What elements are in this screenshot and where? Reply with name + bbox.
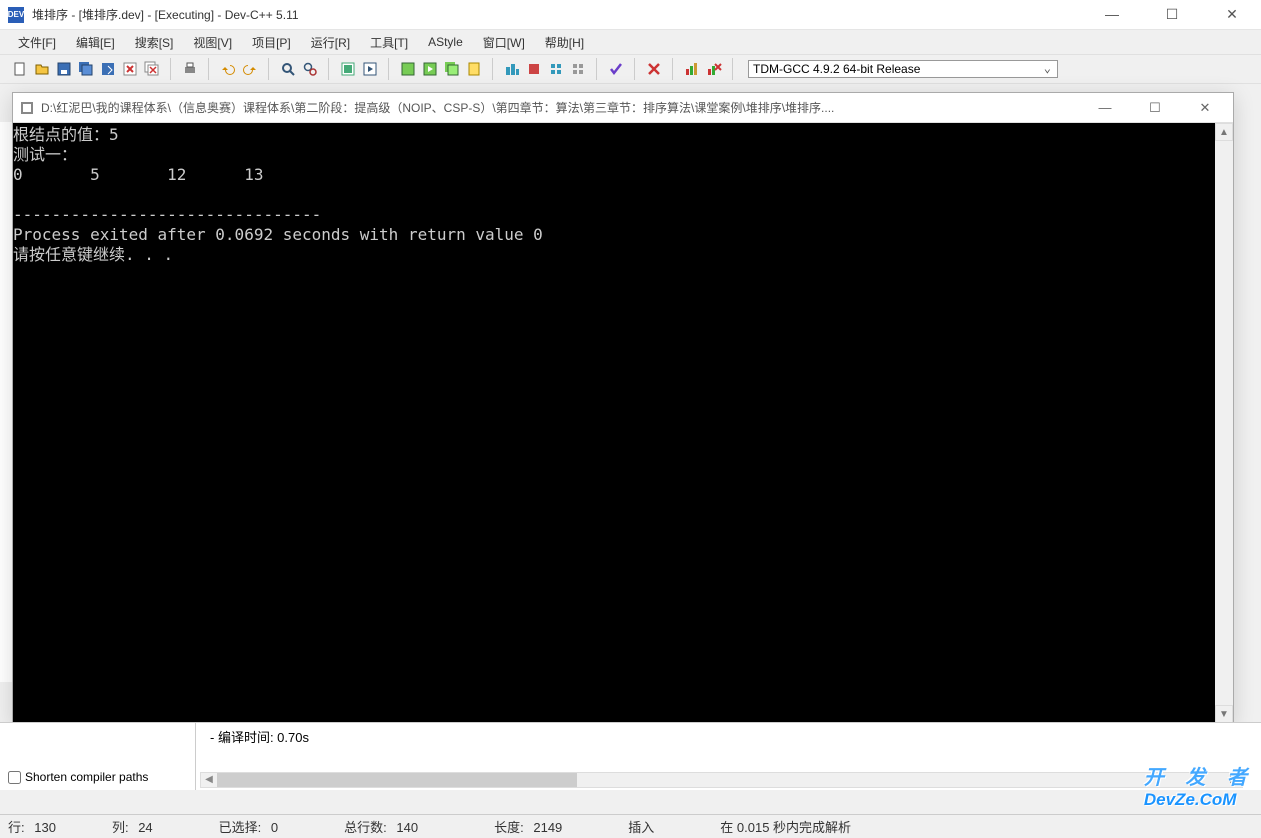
close-file-icon[interactable] [120, 59, 140, 79]
chart-delete-icon[interactable] [704, 59, 724, 79]
status-length: 长度: 2149 [486, 817, 580, 836]
rebuild-icon[interactable] [398, 59, 418, 79]
status-row: 行: 130 [0, 817, 74, 836]
close-button[interactable]: ✕ [1211, 6, 1253, 23]
menu-astyle[interactable]: AStyle [418, 33, 473, 51]
compile-icon[interactable] [338, 59, 358, 79]
print-icon[interactable] [180, 59, 200, 79]
stop-debug-icon[interactable] [524, 59, 544, 79]
open-file-icon[interactable] [32, 59, 52, 79]
hscroll-thumb[interactable] [217, 773, 577, 787]
horizontal-scrollbar[interactable]: ◀ ▶ [200, 772, 1243, 788]
console-window: D:\红泥巴\我的课程体系\（信息奥赛）课程体系\第二阶段：提高级（NOIP、C… [12, 92, 1234, 724]
save-all-icon[interactable] [76, 59, 96, 79]
status-col: 列: 24 [104, 817, 171, 836]
window-title: 堆排序 - [堆排序.dev] - [Executing] - Dev-C++ … [32, 6, 299, 23]
menu-search[interactable]: 搜索[S] [125, 32, 184, 53]
status-total-lines: 总行数: 140 [336, 817, 436, 836]
new-file-icon[interactable] [10, 59, 30, 79]
check-icon[interactable] [606, 59, 626, 79]
shorten-paths-label: Shorten compiler paths [25, 770, 148, 784]
status-parse-msg: 在 0.015 秒内完成解析 [712, 817, 869, 836]
status-mode: 插入 [620, 817, 672, 836]
scroll-up-icon[interactable]: ▲ [1215, 123, 1233, 141]
compiler-select-value: TDM-GCC 4.9.2 64-bit Release [753, 62, 920, 76]
console-close-button[interactable]: ✕ [1185, 100, 1225, 116]
syntax-check-icon[interactable] [464, 59, 484, 79]
scroll-down-icon[interactable]: ▼ [1215, 705, 1233, 723]
console-scrollbar[interactable]: ▲ ▼ [1215, 123, 1233, 723]
menu-view[interactable]: 视图[V] [183, 32, 242, 53]
compile-log-pane: - 编译时间: 0.70s ◀ ▶ [196, 723, 1261, 790]
menu-file[interactable]: 文件[F] [8, 32, 66, 53]
console-title: D:\红泥巴\我的课程体系\（信息奥赛）课程体系\第二阶段：提高级（NOIP、C… [41, 99, 1085, 116]
rebuild-all-icon[interactable] [442, 59, 462, 79]
watermark: 开 发 者 DevZe.CoM [1144, 761, 1255, 810]
console-titlebar[interactable]: D:\红泥巴\我的课程体系\（信息奥赛）课程体系\第二阶段：提高级（NOIP、C… [13, 93, 1233, 123]
menubar: 文件[F] 编辑[E] 搜索[S] 视图[V] 项目[P] 运行[R] 工具[T… [0, 30, 1261, 54]
compile-run-icon[interactable] [420, 59, 440, 79]
console-output: 根结点的值：5 测试一： 0 5 12 13 -----------------… [13, 123, 1215, 723]
menu-edit[interactable]: 编辑[E] [66, 32, 125, 53]
compile-time-line: - 编译时间: 0.70s [206, 727, 1251, 746]
debug-icon[interactable] [502, 59, 522, 79]
menu-help[interactable]: 帮助[H] [535, 32, 594, 53]
maximize-button[interactable]: ☐ [1151, 6, 1193, 23]
delete-profile-icon[interactable] [568, 59, 588, 79]
hscroll-left-icon[interactable]: ◀ [201, 773, 217, 787]
close-all-icon[interactable] [142, 59, 162, 79]
profile-icon[interactable] [546, 59, 566, 79]
save-as-icon[interactable] [98, 59, 118, 79]
remove-icon[interactable] [644, 59, 664, 79]
scroll-track[interactable] [1215, 141, 1233, 705]
save-icon[interactable] [54, 59, 74, 79]
redo-icon[interactable] [240, 59, 260, 79]
console-icon [21, 102, 33, 114]
console-minimize-button[interactable]: — [1085, 100, 1125, 116]
menu-window[interactable]: 窗口[W] [473, 32, 535, 53]
bottom-panel: Shorten compiler paths - 编译时间: 0.70s ◀ ▶ [0, 722, 1261, 790]
chart-icon[interactable] [682, 59, 702, 79]
console-maximize-button[interactable]: ☐ [1135, 100, 1175, 116]
editor-gutter [0, 122, 12, 682]
main-titlebar: DEV 堆排序 - [堆排序.dev] - [Executing] - Dev-… [0, 0, 1261, 30]
status-selected: 已选择: 0 [211, 817, 296, 836]
compiler-select[interactable]: TDM-GCC 4.9.2 64-bit Release [748, 60, 1058, 78]
statusbar: 行: 130 列: 24 已选择: 0 总行数: 140 长度: 2149 插入… [0, 814, 1261, 838]
run-icon[interactable] [360, 59, 380, 79]
menu-run[interactable]: 运行[R] [301, 32, 360, 53]
undo-icon[interactable] [218, 59, 238, 79]
menu-project[interactable]: 项目[P] [242, 32, 301, 53]
menu-tools[interactable]: 工具[T] [360, 32, 418, 53]
minimize-button[interactable]: — [1091, 6, 1133, 23]
find-icon[interactable] [278, 59, 298, 79]
app-icon: DEV [8, 7, 24, 23]
replace-icon[interactable] [300, 59, 320, 79]
toolbar: TDM-GCC 4.9.2 64-bit Release [0, 54, 1261, 84]
shorten-paths-checkbox[interactable]: Shorten compiler paths [8, 770, 148, 784]
bottom-left-pane: Shorten compiler paths [0, 723, 196, 790]
